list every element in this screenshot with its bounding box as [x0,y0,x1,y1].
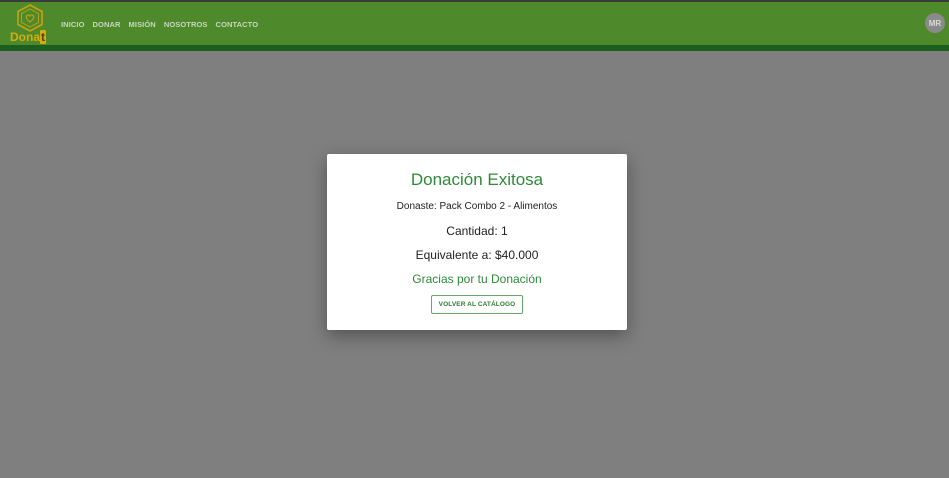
equivalent-amount-text: Equivalente a: $40.000 [415,248,539,262]
quantity-text: Cantidad: 1 [446,224,508,238]
user-avatar[interactable]: MR [925,13,945,33]
brand-name-main: Dona [10,30,40,44]
donated-product-text: Donaste: Pack Combo 2 - Alimentos [396,201,558,212]
brand-name: Donat [10,30,46,44]
dialog-title: Donación Exitosa [410,170,544,189]
back-to-catalog-button[interactable]: VOLVER AL CATÁLOGO [431,295,523,314]
brand-name-highlight: t [40,30,46,44]
page: Donat INICIO DONAR MISIÓN NOSOTROS CONTA… [0,0,949,478]
donation-success-dialog: Donación Exitosa Donaste: Pack Combo 2 -… [327,154,627,330]
main-nav: INICIO DONAR MISIÓN NOSOTROS CONTACTO [61,20,258,29]
nav-item-inicio[interactable]: INICIO [61,20,85,29]
brand-logo[interactable]: Donat [8,4,52,44]
nav-item-nosotros[interactable]: NOSOTROS [164,20,208,29]
hexagon-heart-logo-icon [17,4,43,32]
nav-item-contacto[interactable]: CONTACTO [216,20,259,29]
nav-item-donar[interactable]: DONAR [93,20,121,29]
top-navbar: Donat INICIO DONAR MISIÓN NOSOTROS CONTA… [0,0,949,51]
thanks-message: Gracias por tu Donación [412,272,542,286]
nav-item-mision[interactable]: MISIÓN [129,20,156,29]
